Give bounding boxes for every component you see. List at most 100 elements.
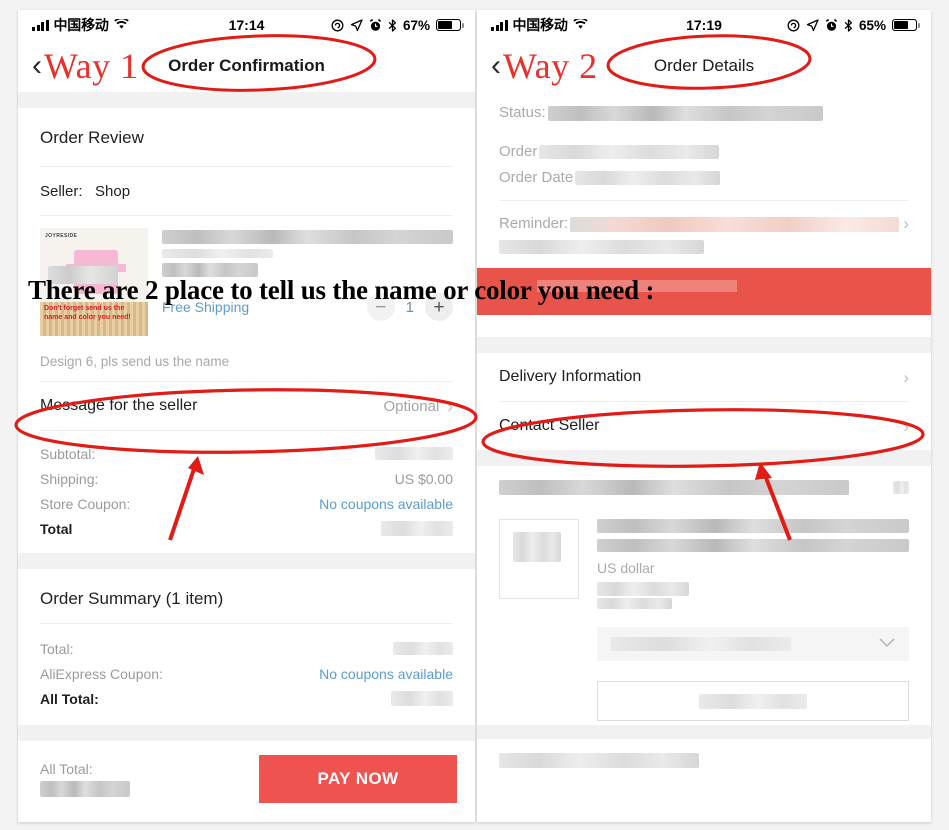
left-phone-panel: 中国移动 17:14 67% ‹ Way 1 Order Confirmatio… — [18, 10, 475, 822]
seller-name: Shop — [95, 183, 131, 200]
order-date-label: Order Date — [499, 169, 574, 186]
status-right-group: 65% — [787, 17, 920, 33]
section-separator — [477, 337, 931, 353]
aliexpress-coupon-label: AliExpress Coupon: — [40, 665, 163, 682]
chevron-right-icon: › — [903, 367, 909, 387]
pay-now-button[interactable]: PAY NOW — [259, 755, 457, 803]
summary-row-total: Total: — [40, 636, 453, 661]
signal-bars-icon — [491, 19, 508, 31]
status-left-group: 中国移动 — [32, 15, 129, 35]
detail-row-status: Status: — [499, 102, 909, 123]
store-coupon-value[interactable]: No coupons available — [319, 496, 453, 512]
seller-row[interactable]: Seller: Shop — [40, 167, 453, 215]
totals-list: Subtotal: Shipping: US $0.00 Store Coupo… — [40, 431, 453, 553]
section-separator — [18, 553, 475, 569]
status-label: Status: — [499, 104, 546, 121]
rotation-lock-icon — [331, 19, 344, 32]
battery-percent: 67% — [402, 17, 430, 33]
item-title-redaction — [597, 519, 909, 533]
total-row-subtotal: Subtotal: — [40, 441, 453, 466]
reminder-label: Reminder: — [499, 215, 569, 232]
store-row-section[interactable]: US dollar — [477, 466, 931, 725]
item-action-button[interactable] — [597, 681, 909, 721]
delivery-information-row[interactable]: Delivery Information › — [499, 353, 909, 401]
order-review-section: Order Review Seller: Shop JOYRESIDE Don'… — [18, 108, 475, 553]
aliexpress-coupon-value[interactable]: No coupons available — [319, 666, 453, 682]
section-separator — [477, 725, 931, 739]
location-arrow-icon — [806, 18, 819, 32]
order-review-heading: Order Review — [40, 128, 144, 147]
left-status-bar: 中国移动 17:14 67% — [18, 10, 475, 40]
order-summary-heading: Order Summary (1 item) — [40, 589, 224, 608]
carrier-label: 中国移动 — [53, 17, 109, 33]
order-summary-rows: Total: AliExpress Coupon: No coupons ava… — [40, 624, 453, 725]
total-label: Total — [40, 520, 73, 537]
order-details-section: Status: Order Order Date Reminder: › — [477, 92, 931, 254]
store-row[interactable] — [499, 480, 909, 495]
alarm-clock-icon — [369, 18, 382, 32]
order-summary-section: Order Summary (1 item) Total: AliExpress… — [18, 569, 475, 725]
alarm-clock-icon — [825, 18, 838, 32]
bluetooth-icon — [388, 18, 397, 32]
contact-seller-label: Contact Seller — [499, 417, 600, 434]
pay-all-total-redaction — [40, 781, 130, 797]
back-chevron-icon[interactable]: ‹ — [491, 51, 501, 81]
item-thumbnail[interactable] — [499, 519, 579, 599]
chevron-right-icon: › — [903, 416, 909, 436]
contact-seller-row[interactable]: Contact Seller › — [499, 402, 909, 450]
spacer — [477, 315, 931, 337]
section-separator — [477, 450, 931, 466]
section-separator — [18, 725, 475, 741]
footer-section — [477, 739, 931, 768]
bluetooth-icon — [844, 18, 853, 32]
chevron-right-icon: › — [447, 396, 453, 416]
select-value-redaction — [611, 637, 791, 651]
total-row-store-coupon[interactable]: Store Coupon: No coupons available — [40, 491, 453, 516]
footer-redaction — [499, 753, 699, 768]
chevron-down-icon[interactable] — [879, 635, 895, 653]
summary-row-all-total: All Total: — [40, 686, 453, 711]
right-status-bar: 中国移动 17:19 65% — [477, 10, 931, 40]
item-title-redaction-2 — [597, 539, 909, 552]
variant-note: Design 6, pls send us the name — [40, 354, 230, 369]
signal-bars-icon — [32, 19, 49, 31]
shipping-label: Shipping: — [40, 470, 99, 487]
summary-row-coupon[interactable]: AliExpress Coupon: No coupons available — [40, 661, 453, 686]
delivery-information-label: Delivery Information — [499, 368, 642, 385]
all-total-redaction — [391, 691, 453, 706]
chevron-right-icon: › — [903, 214, 909, 233]
product-title-redaction-2 — [162, 249, 273, 258]
way-2-label: Way 2 — [503, 46, 598, 86]
pay-total-group: All Total: — [40, 761, 130, 797]
item-select-dropdown[interactable] — [597, 627, 909, 661]
summary-total-label: Total: — [40, 640, 74, 657]
reminder-row[interactable]: Reminder: › — [499, 213, 909, 234]
rotation-lock-icon — [787, 19, 800, 32]
item-price-redaction-2 — [597, 598, 672, 609]
total-value-redaction — [381, 521, 453, 536]
status-value-redaction — [547, 106, 823, 121]
battery-percent: 65% — [858, 17, 886, 33]
action-rows-section: Delivery Information › Contact Seller › — [477, 353, 931, 450]
order-date-redaction — [575, 171, 721, 185]
subtotal-label: Subtotal: — [40, 445, 96, 462]
status-left-group: 中国移动 — [491, 15, 588, 35]
status-right-group: 67% — [331, 17, 464, 33]
store-name-redaction — [499, 480, 849, 495]
way-1-label: Way 1 — [44, 46, 139, 86]
store-row-redaction-2 — [893, 481, 909, 494]
store-coupon-label: Store Coupon: — [40, 495, 131, 512]
order-item-row[interactable]: US dollar — [499, 495, 909, 725]
all-total-label: All Total: — [40, 690, 99, 707]
section-separator — [18, 92, 475, 108]
wifi-icon — [114, 17, 129, 33]
reminder-value-redaction-2 — [499, 240, 704, 254]
subtotal-value-redaction — [375, 447, 453, 460]
product-brand-label: JOYRESIDE — [45, 233, 78, 239]
shipping-value: US $0.00 — [394, 470, 453, 487]
battery-icon — [892, 19, 920, 31]
back-chevron-icon[interactable]: ‹ — [32, 51, 42, 81]
action-button-label-redaction — [699, 693, 807, 709]
item-thumbnail-redaction — [513, 532, 561, 562]
message-for-seller-row[interactable]: Message for the seller Optional › — [40, 382, 453, 430]
